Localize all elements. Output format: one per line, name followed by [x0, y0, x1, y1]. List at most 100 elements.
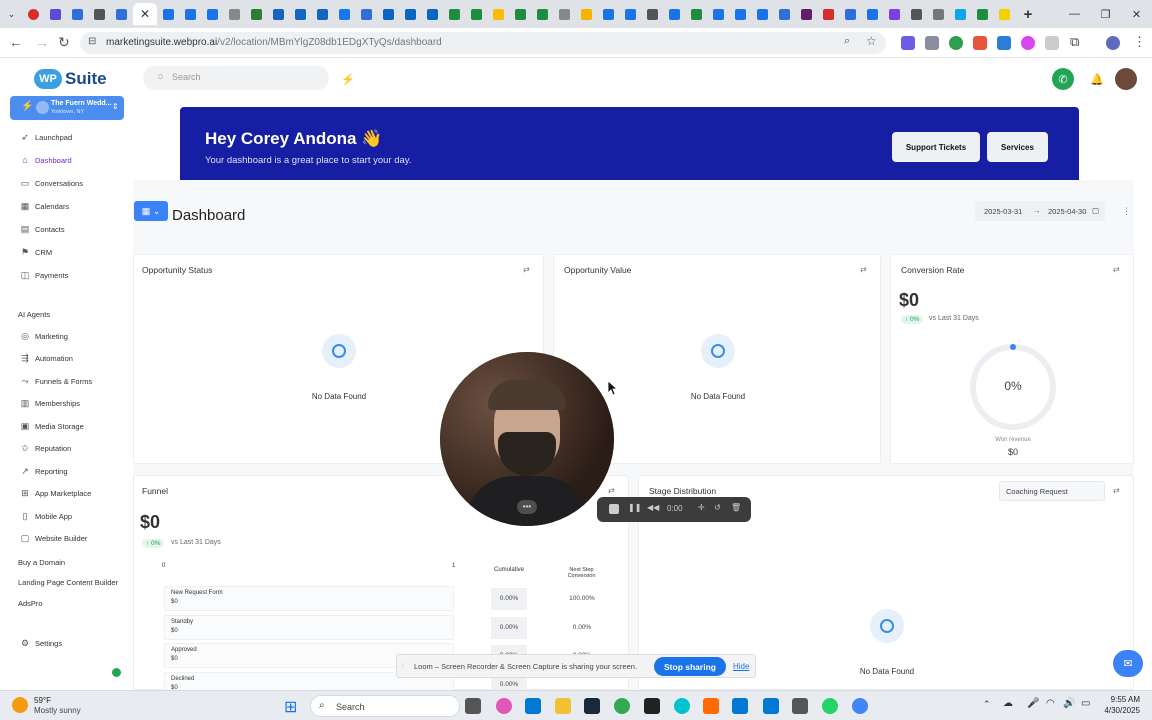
card-settings-icon[interactable]: ⇄	[1113, 265, 1120, 274]
windows-start-icon[interactable]: ⊞	[284, 697, 297, 717]
zoom-icon[interactable]: ⌕	[844, 35, 850, 48]
clock-time[interactable]: 9:55 AM	[1100, 695, 1140, 704]
notification-bell-icon[interactable]: 🔔	[1086, 68, 1108, 90]
outlook-icon[interactable]	[732, 698, 748, 714]
clock-date[interactable]: 4/30/2025	[1093, 706, 1140, 715]
sidebar-item-media-storage[interactable]: ▣ Media Storage	[20, 419, 84, 433]
webcam-menu-icon[interactable]: •••	[517, 500, 537, 514]
hide-button[interactable]: Hide	[733, 662, 749, 671]
url-bar[interactable]: ⊟ marketingsuite.webpro.ai/v2/location/M…	[80, 32, 886, 54]
sidebar-item-website-builder[interactable]: ▢ Website Builder	[20, 532, 88, 546]
volume-icon[interactable]: 🔊	[1063, 698, 1075, 709]
browser-tab[interactable]	[444, 3, 465, 25]
taskbar-app-icon[interactable]	[525, 698, 541, 714]
sidebar-item-landing-page-builder[interactable]: Landing Page Content Builder	[18, 578, 118, 587]
extension-icon[interactable]	[973, 36, 987, 50]
sidebar-section-ai-agents[interactable]: AI Agents	[18, 310, 50, 319]
sidebar-item-marketing[interactable]: ◎ Marketing	[20, 329, 68, 343]
browser-menu-icon[interactable]: ⋮	[1133, 34, 1146, 50]
card-settings-icon[interactable]: ⇄	[860, 265, 867, 274]
browser-tab[interactable]	[45, 3, 66, 25]
phone-icon[interactable]: ✆	[1052, 68, 1074, 90]
browser-tab[interactable]	[796, 3, 817, 25]
sidebar-item-app-marketplace[interactable]: ⊞ App Marketplace	[20, 487, 91, 501]
sidebar-item-crm[interactable]: ⚑ CRM	[20, 245, 52, 259]
sidebar-item-automation[interactable]: ⇶ Automation	[20, 352, 73, 366]
chrome-icon[interactable]	[614, 698, 630, 714]
browser-tab[interactable]	[532, 3, 553, 25]
browser-tab[interactable]	[576, 3, 597, 25]
delete-icon[interactable]: 🗑	[731, 503, 741, 512]
browser-tab[interactable]	[356, 3, 377, 25]
extensions-puzzle-icon[interactable]: ⧉	[1070, 34, 1079, 50]
browser-tab-active[interactable]: ✕	[133, 3, 157, 25]
wifi-icon[interactable]: ◠	[1046, 698, 1055, 709]
subaccount-switcher[interactable]: ⚡ The Fuern Wedd... Yorktown, NY ⇕	[10, 96, 124, 120]
weather-icon[interactable]	[12, 697, 28, 713]
capcut-icon[interactable]	[644, 698, 660, 714]
extension-icon[interactable]	[901, 36, 915, 50]
card-settings-icon[interactable]: ⇄	[523, 265, 530, 274]
browser-tab[interactable]	[752, 3, 773, 25]
restore-icon[interactable]: ❐	[1090, 0, 1121, 28]
extension-icon[interactable]	[949, 36, 963, 50]
chrome-profile-icon[interactable]	[852, 698, 868, 714]
browser-tab[interactable]	[67, 3, 88, 25]
browser-tab[interactable]	[334, 3, 355, 25]
browser-tab[interactable]	[400, 3, 421, 25]
tab-search-icon[interactable]: ⌄	[1, 3, 22, 25]
browser-tab[interactable]	[774, 3, 795, 25]
dashboard-switcher-button[interactable]: ▦ ⌄	[134, 201, 168, 221]
file-explorer-icon[interactable]	[555, 698, 571, 714]
browser-tab[interactable]	[642, 3, 663, 25]
profile-avatar[interactable]	[1106, 36, 1120, 50]
task-view-icon[interactable]	[465, 698, 481, 714]
browser-tab[interactable]	[378, 3, 399, 25]
sidebar-item-payments[interactable]: ◫ Payments	[20, 268, 69, 282]
browser-tab[interactable]	[950, 3, 971, 25]
search-input[interactable]: ○ Search	[143, 66, 329, 90]
sidebar-item-reporting[interactable]: ↗ Reporting	[20, 464, 67, 478]
browser-tab[interactable]	[111, 3, 132, 25]
browser-tab[interactable]	[554, 3, 575, 25]
browser-tab[interactable]	[972, 3, 993, 25]
site-info-icon[interactable]: ⊟	[88, 36, 96, 47]
user-avatar[interactable]	[1115, 68, 1137, 90]
card-settings-icon[interactable]: ⇄	[1113, 486, 1120, 495]
collapse-sidebar-icon[interactable]	[112, 668, 121, 677]
sidebar-item-launchpad[interactable]: ➶ Launchpad	[20, 130, 72, 144]
stop-recording-icon[interactable]	[609, 504, 619, 514]
copilot-icon[interactable]	[496, 698, 512, 714]
onedrive-icon[interactable]: ☁	[1003, 698, 1013, 709]
browser-tab[interactable]	[664, 3, 685, 25]
browser-tab[interactable]	[620, 3, 641, 25]
sidebar-item-reputation[interactable]: ✩ Reputation	[20, 442, 71, 456]
sidebar-item-mobile-app[interactable]: ▯ Mobile App	[20, 509, 73, 523]
services-button[interactable]: Services	[987, 132, 1048, 162]
browser-tab[interactable]	[840, 3, 861, 25]
new-tab-button[interactable]: +	[1016, 3, 1040, 25]
whatsapp-icon[interactable]	[822, 698, 838, 714]
app-logo[interactable]: WP Suite	[34, 67, 107, 91]
bookmark-star-icon[interactable]: ☆	[866, 34, 877, 48]
close-window-icon[interactable]: ✕	[1121, 0, 1152, 28]
browser-tab[interactable]	[422, 3, 443, 25]
browser-tab[interactable]	[818, 3, 839, 25]
browser-tab[interactable]	[708, 3, 729, 25]
battery-icon[interactable]: ▭	[1081, 698, 1090, 709]
pause-icon[interactable]: ❚❚	[628, 503, 641, 512]
browser-tab[interactable]	[730, 3, 751, 25]
pipeline-select[interactable]: Coaching Request	[999, 481, 1105, 501]
browser-tab[interactable]	[158, 3, 179, 25]
sidebar-item-conversations[interactable]: ▭ Conversations	[20, 176, 83, 190]
forward-icon[interactable]: →	[35, 34, 49, 50]
drawing-icon[interactable]: ✛	[698, 503, 705, 512]
minimize-icon[interactable]: —	[1059, 0, 1090, 28]
webcam-bubble[interactable]: •••	[440, 352, 614, 526]
browser-tab[interactable]	[928, 3, 949, 25]
browser-tab[interactable]	[884, 3, 905, 25]
tray-chevron-icon[interactable]: ⌃	[983, 699, 991, 710]
stop-sharing-button[interactable]: Stop sharing	[654, 657, 726, 676]
extension-icon[interactable]	[1021, 36, 1035, 50]
sidebar-item-dashboard[interactable]: ⌂ Dashboard	[20, 153, 71, 167]
